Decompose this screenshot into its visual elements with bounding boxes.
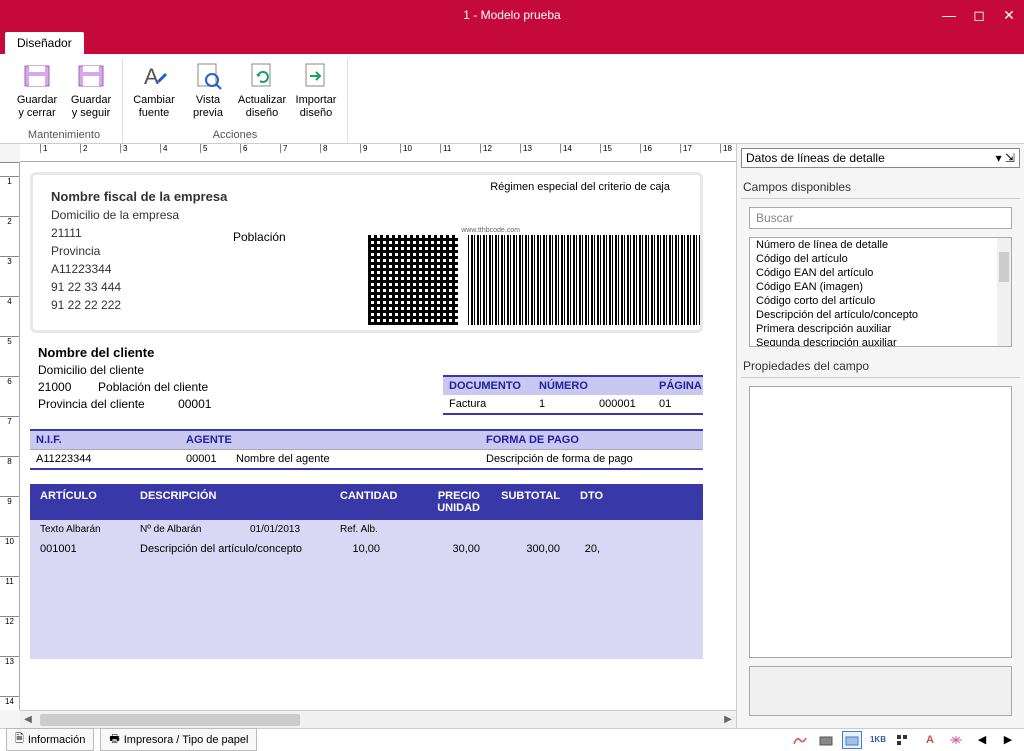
scroll-right-small-icon[interactable]: ▶: [998, 731, 1018, 749]
refresh-icon: [246, 60, 278, 92]
view-mode-3-icon[interactable]: [842, 731, 862, 749]
company-address: Domicilio de la empresa: [51, 208, 682, 222]
field-item[interactable]: Código EAN (imagen): [750, 280, 1011, 294]
tab-designer[interactable]: Diseñador: [5, 32, 84, 54]
side-panel: Datos de líneas de detalle ▾ ⇲ Campos di…: [736, 144, 1024, 728]
window-title: 1 - Modelo prueba: [463, 8, 560, 22]
field-item[interactable]: Código corto del artículo: [750, 294, 1011, 308]
ribbon-tabs: Diseñador: [0, 30, 1024, 54]
search-input[interactable]: Buscar: [749, 207, 1012, 229]
data-source-dropdown[interactable]: Datos de líneas de detalle ▾ ⇲: [741, 148, 1020, 168]
change-font-button[interactable]: A Cambiar fuente: [129, 58, 179, 127]
ruler-horizontal: 1234567891011121314151617181920: [20, 144, 736, 162]
field-item[interactable]: Primera descripción auxiliar: [750, 322, 1011, 336]
save-continue-icon: [75, 60, 107, 92]
printer-icon: 🖶: [109, 730, 119, 749]
preview-icon: [192, 60, 224, 92]
field-item[interactable]: Código del artículo: [750, 252, 1011, 266]
qrcode-icon[interactable]: [368, 235, 458, 325]
items-table[interactable]: ARTÍCULO DESCRIPCIÓN CANTIDAD PRECIO UNI…: [30, 484, 703, 659]
field-item[interactable]: Número de línea de detalle: [750, 238, 1011, 252]
fields-title: Campos disponibles: [741, 176, 1020, 199]
view-mode-6-icon[interactable]: A: [920, 731, 940, 749]
barcode-icon[interactable]: [468, 235, 700, 325]
company-city-label: Población: [233, 230, 286, 244]
save-close-icon: [21, 60, 53, 92]
nif-table[interactable]: N.I.F.AGENTEFORMA DE PAGO A1122334400001…: [30, 429, 703, 470]
scroll-thumb[interactable]: [40, 714, 300, 726]
save-close-button[interactable]: Guardar y cerrar: [12, 58, 62, 127]
client-postal: 21000: [38, 380, 71, 394]
chevron-down-icon: ▾ ⇲: [996, 151, 1015, 165]
printer-button[interactable]: 🖶 Impresora / Tipo de papel: [100, 728, 257, 751]
view-mode-1-icon[interactable]: [790, 731, 810, 749]
view-mode-5-icon[interactable]: [894, 731, 914, 749]
document-table[interactable]: DOCUMENTONÚMEROPÁGINA Factura100000101: [443, 375, 703, 415]
field-item[interactable]: Descripción del artículo/concepto: [750, 308, 1011, 322]
import-icon: [300, 60, 332, 92]
client-name: Nombre del cliente: [38, 345, 695, 360]
barcode-label: www.tthbcode.com: [461, 227, 520, 234]
maximize-button[interactable]: ◻: [964, 0, 994, 30]
scroll-left-icon[interactable]: ◀: [20, 714, 36, 725]
close-button[interactable]: ✕: [994, 0, 1024, 30]
ribbon: Guardar y cerrar Guardar y seguir Manten…: [0, 54, 1024, 144]
view-mode-4-icon[interactable]: 1KB: [868, 731, 888, 749]
field-item[interactable]: Segunda descripción auxiliar: [750, 336, 1011, 347]
field-list[interactable]: Número de línea de detalleCódigo del art…: [749, 237, 1012, 347]
info-icon: 🗎: [15, 730, 24, 749]
client-code: 00001: [178, 397, 211, 411]
font-icon: A: [138, 60, 170, 92]
view-mode-2-icon[interactable]: [816, 731, 836, 749]
save-continue-button[interactable]: Guardar y seguir: [66, 58, 116, 127]
preview-button[interactable]: Vista previa: [183, 58, 233, 127]
properties-footer: [749, 666, 1012, 716]
field-list-scrollbar[interactable]: [997, 238, 1011, 346]
client-city: Población del cliente: [98, 380, 208, 394]
minimize-button[interactable]: —: [934, 0, 964, 30]
client-province: Provincia del cliente: [38, 397, 145, 411]
company-block[interactable]: Nombre fiscal de la empresa Domicilio de…: [30, 172, 703, 333]
info-button[interactable]: 🗎 Información: [6, 728, 94, 751]
view-mode-7-icon[interactable]: [946, 731, 966, 749]
horizontal-scrollbar[interactable]: ◀ ▶: [20, 710, 736, 728]
props-title: Propiedades del campo: [741, 355, 1020, 378]
titlebar: 1 - Modelo prueba — ◻ ✕: [0, 0, 1024, 30]
statusbar: 🗎 Información 🖶 Impresora / Tipo de pape…: [0, 728, 1024, 750]
ribbon-group-actions: Acciones: [213, 127, 258, 143]
scroll-right-icon[interactable]: ▶: [720, 714, 736, 725]
properties-box[interactable]: [749, 386, 1012, 658]
ruler-vertical: 12345678910111213141516: [0, 162, 20, 710]
client-block[interactable]: Nombre del cliente Domicilio del cliente…: [30, 345, 703, 411]
import-design-button[interactable]: Importar diseño: [291, 58, 341, 127]
design-canvas[interactable]: 1234567891011121314151617181920 12345678…: [0, 144, 736, 728]
svg-text:A: A: [144, 64, 159, 89]
scroll-left-small-icon[interactable]: ◀: [972, 731, 992, 749]
update-design-button[interactable]: Actualizar diseño: [237, 58, 287, 127]
field-item[interactable]: Código EAN del artículo: [750, 266, 1011, 280]
ribbon-group-maintenance: Mantenimiento: [28, 127, 100, 143]
regimen-text: Régimen especial del criterio de caja: [490, 181, 670, 193]
